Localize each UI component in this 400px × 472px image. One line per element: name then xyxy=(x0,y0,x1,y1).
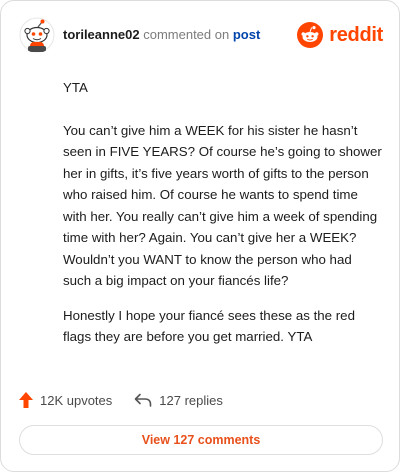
reply-stat[interactable]: 127 replies xyxy=(134,393,223,408)
view-comments-button[interactable]: View 127 comments xyxy=(19,425,383,455)
comment-header: torileanne02 commented on post reddit xyxy=(19,15,385,55)
reddit-brand[interactable]: reddit xyxy=(297,19,383,51)
snoo-avatar-icon xyxy=(19,17,55,53)
action-text: commented on xyxy=(143,27,230,42)
user-avatar[interactable] xyxy=(19,17,55,53)
upvote-arrow-icon xyxy=(19,392,33,408)
reddit-wordmark: reddit xyxy=(329,23,383,46)
comment-meta: torileanne02 commented on post xyxy=(63,27,260,42)
comment-stats: 12K upvotes 127 replies xyxy=(19,389,223,411)
reddit-logo-icon xyxy=(297,22,324,48)
post-link[interactable]: post xyxy=(233,27,260,42)
comment-paragraph: Honestly I hope your fiancé sees these a… xyxy=(63,307,355,345)
reply-count: 127 replies xyxy=(159,392,223,408)
upvote-stat[interactable]: 12K upvotes xyxy=(19,392,112,408)
comment-paragraph: YTA xyxy=(63,80,88,95)
comment-body: YTA You can’t give him a WEEK for his si… xyxy=(63,65,383,361)
comment-paragraph: You can’t give him a WEEK for his sister… xyxy=(63,122,382,289)
comment-card: torileanne02 commented on post reddit YT… xyxy=(0,0,400,472)
upvote-count: 12K upvotes xyxy=(40,392,113,408)
reply-arrow-icon xyxy=(134,393,152,407)
username-link[interactable]: torileanne02 xyxy=(63,27,140,42)
